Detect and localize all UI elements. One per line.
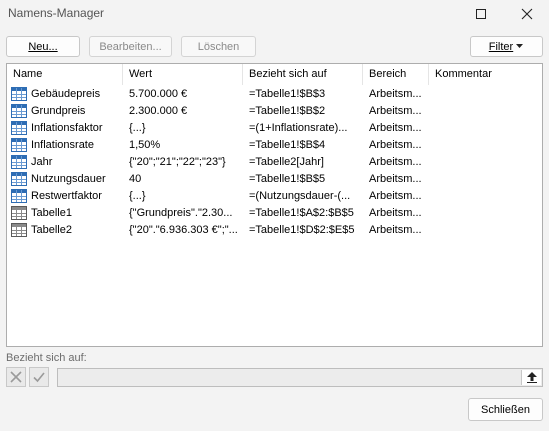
named-range-icon (11, 87, 27, 101)
cell-value: 2.300.000 € (129, 105, 188, 117)
cell-refers-to: =Tabelle1!$B$3 (249, 88, 326, 100)
collapse-dialog-button[interactable] (521, 370, 541, 385)
cell-scope: Arbeitsm... (369, 207, 422, 219)
cell-refers-to: =(1+Inflationsrate)... (249, 122, 348, 134)
cell-comment (435, 103, 535, 120)
delete-button-label: Löschen (197, 40, 240, 53)
cell-name: Inflationsrate (31, 139, 94, 151)
cell-name: Inflationsfaktor (31, 122, 103, 134)
cell-scope: Arbeitsm... (369, 88, 422, 100)
cell-name: Nutzungsdauer (31, 173, 106, 185)
checkmark-icon (33, 372, 45, 383)
cell-comment (435, 154, 535, 171)
new-button[interactable]: Neu... (6, 36, 80, 57)
close-dialog-label: Schließen (481, 403, 530, 416)
edit-button-label: Bearbeiten... (99, 40, 162, 53)
refers-to-label: Bezieht sich auf: (6, 352, 87, 364)
column-header-scope[interactable]: Bereich (363, 64, 429, 85)
cell-comment (435, 222, 535, 239)
cell-scope: Arbeitsm... (369, 122, 422, 134)
cell-refers-to: =Tabelle1!$B$4 (249, 139, 326, 151)
name-row[interactable]: Nutzungsdauer 40 =Tabelle1!$B$5 Arbeitsm... (7, 171, 542, 188)
cell-refers-to: =Tabelle1!$B$5 (249, 173, 326, 185)
cell-scope: Arbeitsm... (369, 173, 422, 185)
cell-refers-to: =Tabelle1!$B$2 (249, 105, 326, 117)
named-range-icon (11, 189, 27, 203)
cell-refers-to: =Tabelle1!$D$2:$E$5 (249, 224, 355, 236)
column-header-refers-to[interactable]: Bezieht sich auf (243, 64, 363, 85)
cell-value: {...} (129, 190, 146, 202)
column-header-value[interactable]: Wert (123, 64, 243, 85)
maximize-icon (476, 9, 486, 19)
cell-comment (435, 171, 535, 188)
close-button[interactable] (505, 0, 549, 28)
maximize-button[interactable] (459, 0, 503, 28)
confirm-edit-button[interactable] (29, 367, 49, 387)
close-dialog-button[interactable]: Schließen (468, 398, 543, 421)
name-row[interactable]: Inflationsfaktor {...} =(1+Inflationsrate)… (7, 120, 542, 137)
cell-scope: Arbeitsm... (369, 190, 422, 202)
named-range-icon (11, 172, 27, 186)
cancel-x-icon (10, 371, 22, 383)
cell-name: Jahr (31, 156, 53, 168)
cell-refers-to: =Tabelle1!$A$2:$B$5 (249, 207, 354, 219)
arrow-up-icon (526, 372, 537, 383)
name-row[interactable]: Inflationsrate 1,50% =Tabelle1!$B$4 Arbeits… (7, 137, 542, 154)
window-title: Namens-Manager (8, 6, 105, 20)
edit-button[interactable]: Bearbeiten... (89, 36, 172, 57)
delete-button[interactable]: Löschen (181, 36, 256, 57)
refers-to-field[interactable] (57, 368, 543, 387)
cell-comment (435, 86, 535, 103)
cell-refers-to: =(Nutzungsdauer-(... (249, 190, 351, 202)
cell-scope: Arbeitsm... (369, 105, 422, 117)
cell-name: Gebäudepreis (31, 88, 101, 100)
name-row[interactable]: Jahr {"20";"21";"22";"23"} =Tabelle2[Jahr]… (7, 154, 542, 171)
column-header-name[interactable]: Name (7, 64, 123, 85)
names-list[interactable]: Name Wert Bezieht sich auf Bereich Komme… (6, 63, 543, 347)
cell-value: {"20"."6.936.303 €";"... (129, 224, 238, 236)
close-icon (521, 8, 533, 20)
cell-comment (435, 188, 535, 205)
cell-value: 1,50% (129, 139, 161, 151)
cell-name: Restwertfaktor (31, 190, 102, 202)
named-range-icon (11, 155, 27, 169)
cell-scope: Arbeitsm... (369, 139, 422, 151)
chevron-down-icon (516, 44, 524, 48)
new-button-label: Neu... (28, 40, 58, 53)
cell-refers-to: =Tabelle2[Jahr] (249, 156, 324, 168)
cell-comment (435, 205, 535, 222)
filter-button-label: Filter (488, 40, 514, 53)
column-header-comment[interactable]: Kommentar (429, 64, 542, 85)
table-icon (11, 206, 27, 220)
named-range-icon (11, 121, 27, 135)
cell-value: 5.700.000 € (129, 88, 188, 100)
cell-comment (435, 120, 535, 137)
cell-value: 40 (129, 173, 142, 185)
title-bar: Namens-Manager (0, 0, 549, 28)
filter-button[interactable]: Filter (470, 36, 543, 57)
cancel-edit-button[interactable] (6, 367, 26, 387)
name-row[interactable]: Grundpreis 2.300.000 € =Tabelle1!$B$2 Arbei… (7, 103, 542, 120)
cell-name: Tabelle1 (31, 207, 72, 219)
cell-value: {"20";"21";"22";"23"} (129, 156, 226, 168)
cell-value: {...} (129, 122, 146, 134)
table-icon (11, 223, 27, 237)
cell-scope: Arbeitsm... (369, 156, 422, 168)
name-row[interactable]: Tabelle2 {"20"."6.936.303 €";"... =Tabelle… (7, 222, 542, 239)
named-range-icon (11, 138, 27, 152)
name-row[interactable]: Tabelle1 {"Grundpreis"."2.30... =Tabelle1!… (7, 205, 542, 222)
cell-name: Grundpreis (31, 105, 86, 117)
cell-name: Tabelle2 (31, 224, 72, 236)
named-range-icon (11, 104, 27, 118)
cell-value: {"Grundpreis"."2.30... (129, 207, 233, 219)
name-row[interactable]: Restwertfaktor {...} =(Nutzungsdauer-(... A… (7, 188, 542, 205)
cell-comment (435, 137, 535, 154)
name-row[interactable]: Gebäudepreis 5.700.000 € =Tabelle1!$B$3 Arb… (7, 86, 542, 103)
cell-scope: Arbeitsm... (369, 224, 422, 236)
